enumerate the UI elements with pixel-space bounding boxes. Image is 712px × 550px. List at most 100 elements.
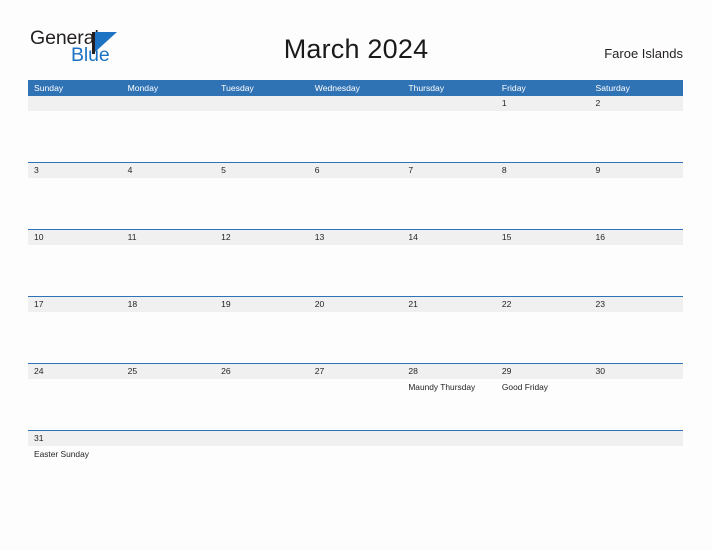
- day-number[interactable]: [215, 96, 309, 111]
- day-cell[interactable]: [215, 245, 309, 296]
- day-number[interactable]: [589, 431, 683, 446]
- day-number[interactable]: 4: [122, 163, 216, 178]
- day-number[interactable]: [402, 431, 496, 446]
- day-cell[interactable]: Good Friday: [496, 379, 590, 430]
- day-number[interactable]: 5: [215, 163, 309, 178]
- day-number[interactable]: 20: [309, 297, 403, 312]
- day-number[interactable]: 23: [589, 297, 683, 312]
- day-cell[interactable]: [496, 111, 590, 162]
- day-number[interactable]: 27: [309, 364, 403, 379]
- event-label: Good Friday: [501, 382, 548, 392]
- day-number[interactable]: 2: [589, 96, 683, 111]
- day-number[interactable]: [309, 96, 403, 111]
- week-row: 31 Easter Sunday: [28, 430, 683, 496]
- day-cell[interactable]: [122, 178, 216, 229]
- day-cell[interactable]: [309, 111, 403, 162]
- day-cell[interactable]: Easter Sunday: [28, 446, 122, 496]
- day-number[interactable]: 6: [309, 163, 403, 178]
- day-cell[interactable]: [402, 178, 496, 229]
- day-cell[interactable]: [215, 312, 309, 363]
- day-cell[interactable]: [122, 446, 216, 496]
- week-row: 17 18 19 20 21 22 23: [28, 296, 683, 363]
- week-date-band: 3 4 5 6 7 8 9: [28, 163, 683, 178]
- day-cell[interactable]: [496, 446, 590, 496]
- day-number[interactable]: 13: [309, 230, 403, 245]
- week-row: 10 11 12 13 14 15 16: [28, 229, 683, 296]
- day-cell[interactable]: Maundy Thursday: [402, 379, 496, 430]
- day-number[interactable]: [215, 431, 309, 446]
- day-cell[interactable]: [589, 111, 683, 162]
- day-number[interactable]: [122, 96, 216, 111]
- day-cell[interactable]: [589, 379, 683, 430]
- day-number[interactable]: 22: [496, 297, 590, 312]
- day-number[interactable]: 19: [215, 297, 309, 312]
- day-cell[interactable]: [496, 245, 590, 296]
- day-cell[interactable]: [28, 111, 122, 162]
- week-body: [28, 245, 683, 296]
- day-number[interactable]: 29: [496, 364, 590, 379]
- day-cell[interactable]: [28, 312, 122, 363]
- day-number[interactable]: 8: [496, 163, 590, 178]
- day-number[interactable]: 30: [589, 364, 683, 379]
- day-cell[interactable]: [309, 245, 403, 296]
- week-date-band: 10 11 12 13 14 15 16: [28, 230, 683, 245]
- day-number[interactable]: [309, 431, 403, 446]
- day-cell[interactable]: [122, 312, 216, 363]
- day-number[interactable]: 25: [122, 364, 216, 379]
- day-cell[interactable]: [215, 178, 309, 229]
- week-date-band: 17 18 19 20 21 22 23: [28, 297, 683, 312]
- day-number[interactable]: 7: [402, 163, 496, 178]
- calendar-page: General Blue March 2024 Faroe Islands Su…: [0, 0, 712, 550]
- day-number[interactable]: 17: [28, 297, 122, 312]
- day-cell[interactable]: [309, 178, 403, 229]
- day-cell[interactable]: [122, 245, 216, 296]
- day-cell[interactable]: [309, 446, 403, 496]
- day-number[interactable]: [122, 431, 216, 446]
- day-number[interactable]: 18: [122, 297, 216, 312]
- day-cell[interactable]: [122, 379, 216, 430]
- day-number[interactable]: 10: [28, 230, 122, 245]
- day-number[interactable]: 1: [496, 96, 590, 111]
- day-cell[interactable]: [122, 111, 216, 162]
- day-number[interactable]: 11: [122, 230, 216, 245]
- day-cell[interactable]: [28, 379, 122, 430]
- day-number[interactable]: 28: [402, 364, 496, 379]
- week-date-band: 24 25 26 27 28 29 30: [28, 364, 683, 379]
- day-cell[interactable]: [215, 379, 309, 430]
- day-number[interactable]: 26: [215, 364, 309, 379]
- day-number[interactable]: 12: [215, 230, 309, 245]
- day-cell[interactable]: [28, 245, 122, 296]
- day-number[interactable]: 31: [28, 431, 122, 446]
- day-cell[interactable]: [402, 111, 496, 162]
- week-date-band: 31: [28, 431, 683, 446]
- day-number[interactable]: 9: [589, 163, 683, 178]
- day-number[interactable]: 3: [28, 163, 122, 178]
- day-cell[interactable]: [28, 178, 122, 229]
- day-number[interactable]: [28, 96, 122, 111]
- day-number[interactable]: 24: [28, 364, 122, 379]
- day-cell[interactable]: [215, 111, 309, 162]
- event-label: Maundy Thursday: [408, 382, 476, 392]
- day-number[interactable]: 14: [402, 230, 496, 245]
- day-cell[interactable]: [496, 312, 590, 363]
- day-cell[interactable]: [589, 446, 683, 496]
- calendar-table: Sunday Monday Tuesday Wednesday Thursday…: [28, 80, 683, 496]
- day-cell[interactable]: [309, 379, 403, 430]
- day-cell[interactable]: [402, 245, 496, 296]
- day-cell[interactable]: [589, 245, 683, 296]
- day-cell[interactable]: [496, 178, 590, 229]
- day-cell[interactable]: [589, 178, 683, 229]
- day-cell[interactable]: [309, 312, 403, 363]
- day-number[interactable]: [402, 96, 496, 111]
- day-header-friday: Friday: [501, 83, 526, 93]
- day-number[interactable]: 21: [402, 297, 496, 312]
- day-cell[interactable]: [215, 446, 309, 496]
- week-body: [28, 111, 683, 162]
- day-cell[interactable]: [589, 312, 683, 363]
- day-cell[interactable]: [402, 312, 496, 363]
- day-cell[interactable]: [402, 446, 496, 496]
- day-number[interactable]: 15: [496, 230, 590, 245]
- day-number[interactable]: [496, 431, 590, 446]
- day-number[interactable]: 16: [589, 230, 683, 245]
- day-of-week-header-row: Sunday Monday Tuesday Wednesday Thursday…: [28, 80, 683, 96]
